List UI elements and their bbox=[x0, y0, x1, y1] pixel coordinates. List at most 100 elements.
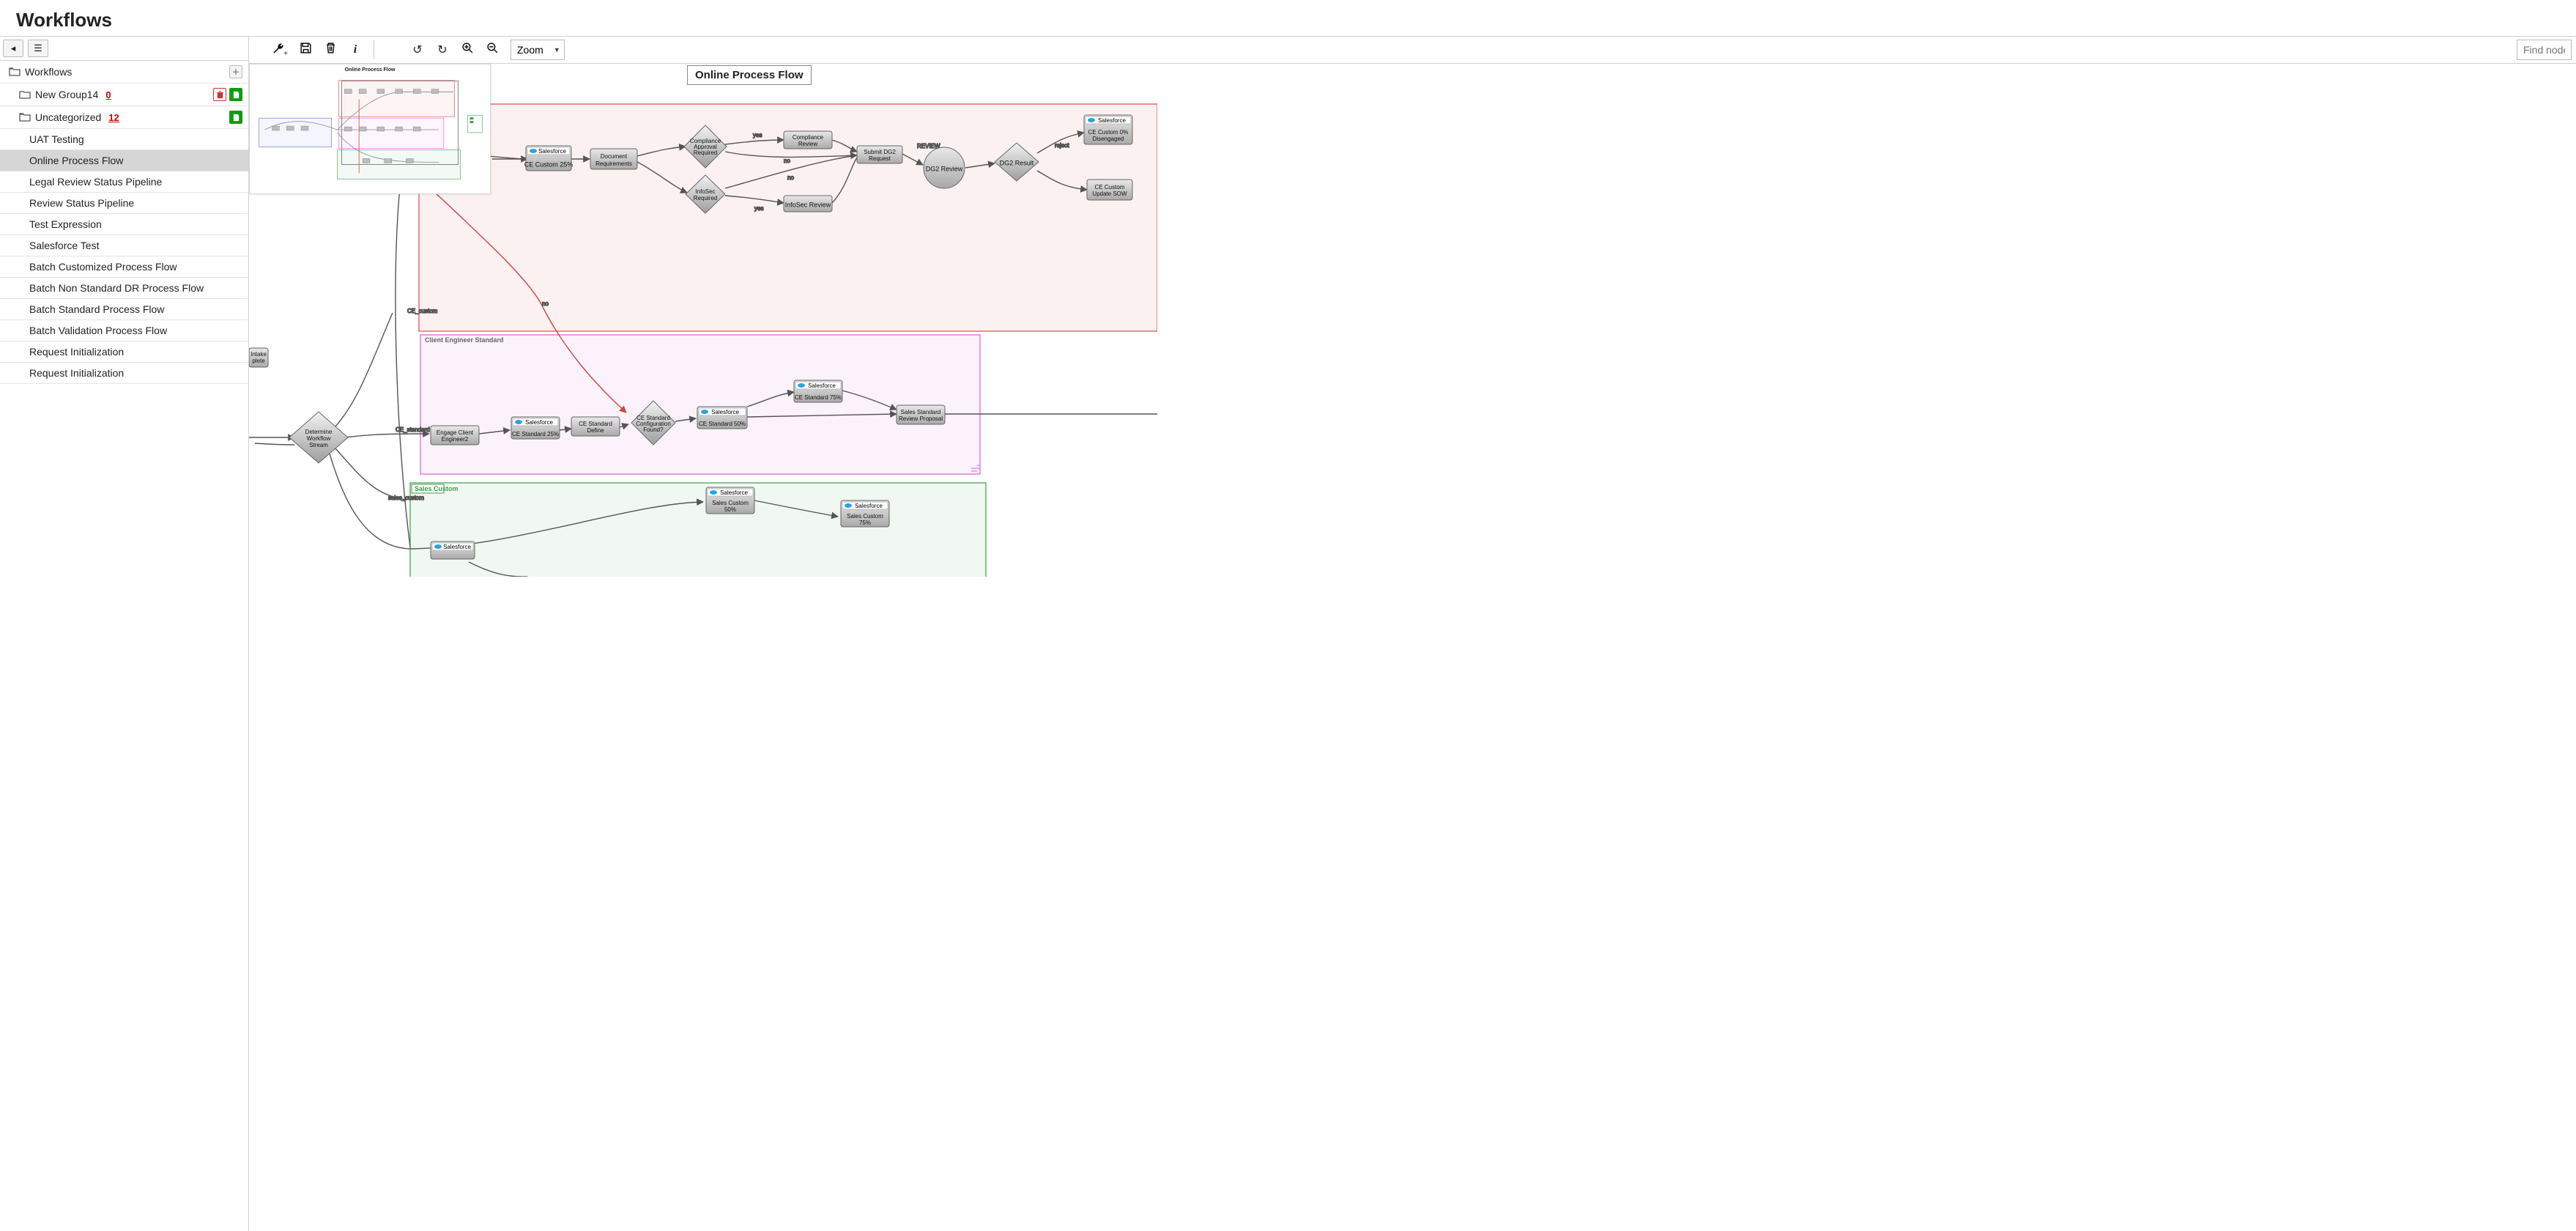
tree-root-workflows[interactable]: Workflows ＋ bbox=[0, 61, 248, 84]
zoom-out-button[interactable] bbox=[481, 40, 503, 60]
node-salesforce-bottom[interactable]: Salesforce bbox=[431, 541, 475, 559]
sidebar-item-batch-non-standard-dr-process-flow[interactable]: Batch Non Standard DR Process Flow bbox=[0, 278, 248, 299]
add-root-button[interactable]: ＋ bbox=[229, 65, 242, 78]
list-icon: ☰ bbox=[34, 42, 42, 54]
node-dg2-review[interactable]: DG2 Review bbox=[924, 147, 965, 188]
sidebar-item-request-initialization[interactable]: Request Initialization bbox=[0, 341, 248, 363]
sidebar-item-online-process-flow[interactable]: Online Process Flow bbox=[0, 150, 248, 171]
edge[interactable] bbox=[344, 434, 429, 437]
node-determine-workflow-stream[interactable]: DetermineWorkflowStream bbox=[289, 412, 348, 463]
node-submit-dg2-request[interactable]: Submit DG2Request bbox=[857, 146, 902, 163]
folder-icon bbox=[19, 89, 31, 100]
svg-text:DG2 Review: DG2 Review bbox=[926, 165, 963, 172]
tree-group-count[interactable]: 0 bbox=[105, 89, 111, 100]
sidebar-item-label: Salesforce Test bbox=[29, 240, 99, 251]
node-document-requirements[interactable]: DocumentRequirements bbox=[590, 149, 637, 169]
svg-text:CE Custom 0%Disengaged: CE Custom 0%Disengaged bbox=[1088, 129, 1129, 142]
edge[interactable] bbox=[335, 313, 393, 427]
sidebar-item-test-expression[interactable]: Test Expression bbox=[0, 214, 248, 235]
svg-text:CE Standard 75%: CE Standard 75% bbox=[795, 394, 842, 401]
sidebar-item-label: Review Status Pipeline bbox=[29, 197, 134, 209]
svg-text:ComplianceApprovalRequired: ComplianceApprovalRequired bbox=[690, 138, 721, 156]
save-button[interactable] bbox=[294, 40, 316, 60]
delete-group-button[interactable] bbox=[213, 88, 226, 101]
redo-button[interactable]: ↻ bbox=[431, 40, 453, 60]
undo-button[interactable]: ↺ bbox=[407, 40, 428, 60]
zoom-select[interactable]: Zoom bbox=[511, 40, 565, 60]
svg-text:CE CustomUpdate SOW: CE CustomUpdate SOW bbox=[1092, 184, 1127, 197]
node-engage-client-engineer2[interactable]: Engage ClientEngineer2 bbox=[431, 426, 479, 445]
tree-group-count[interactable]: 12 bbox=[108, 112, 119, 123]
svg-text:CE Standard 25%: CE Standard 25% bbox=[512, 431, 559, 437]
node-ce-standard-define[interactable]: CE StandardDefine bbox=[571, 417, 620, 436]
sidebar-item-label: Test Expression bbox=[29, 218, 102, 230]
node-compliance-review[interactable]: ComplianceReview bbox=[784, 131, 832, 149]
region-label: Client Engineer Standard bbox=[425, 336, 504, 344]
trash-icon bbox=[324, 42, 337, 58]
sidebar-item-batch-validation-process-flow[interactable]: Batch Validation Process Flow bbox=[0, 320, 248, 341]
sidebar-item-batch-customized-process-flow[interactable]: Batch Customized Process Flow bbox=[0, 256, 248, 278]
zoom-in-button[interactable] bbox=[456, 40, 478, 60]
canvas-viewport[interactable]: ⋮ Online Process Flow Online Process Flo… bbox=[249, 64, 2576, 1231]
edge-label: yes bbox=[754, 205, 763, 212]
canvas-panel: + i ↺ ↻ bbox=[249, 37, 2576, 1231]
add-to-group-button[interactable] bbox=[229, 88, 242, 101]
sidebar-item-label: Request Initialization bbox=[29, 367, 124, 379]
undo-icon: ↺ bbox=[412, 42, 422, 57]
folder-open-icon bbox=[19, 111, 31, 123]
sidebar-collapse-button[interactable]: ◂ bbox=[3, 40, 23, 57]
node-ce-custom-25[interactable]: Salesforce CE Custom 25% bbox=[524, 146, 574, 171]
redo-icon: ↻ bbox=[437, 42, 447, 57]
sidebar-item-salesforce-test[interactable]: Salesforce Test bbox=[0, 235, 248, 256]
region-client-engineer-standard[interactable] bbox=[420, 335, 980, 474]
add-to-group-button[interactable] bbox=[229, 111, 242, 124]
sidebar-item-uat-testing[interactable]: UAT Testing bbox=[0, 129, 248, 150]
canvas-toolbar: + i ↺ ↻ bbox=[249, 37, 2576, 64]
svg-text:Engage ClientEngineer2: Engage ClientEngineer2 bbox=[437, 429, 474, 443]
node-intake-complete[interactable]: Intakeplete bbox=[249, 348, 268, 367]
edge[interactable] bbox=[335, 448, 407, 500]
sidebar-toolbar: ◂ ☰ bbox=[0, 37, 248, 61]
plus-badge-icon: + bbox=[283, 50, 288, 58]
edge[interactable] bbox=[255, 443, 294, 445]
node-sales-custom-50[interactable]: Salesforce Sales Custom50% bbox=[706, 487, 754, 514]
minimap-viewport[interactable] bbox=[341, 81, 459, 165]
edge[interactable] bbox=[330, 454, 410, 549]
region-sales-custom[interactable] bbox=[410, 483, 986, 577]
sidebar-item-review-status-pipeline[interactable]: Review Status Pipeline bbox=[0, 193, 248, 214]
svg-text:Salesforce: Salesforce bbox=[855, 503, 883, 509]
sidebar-item-label: Online Process Flow bbox=[29, 155, 123, 166]
node-ce-custom-update-sow[interactable]: CE CustomUpdate SOW bbox=[1087, 180, 1132, 200]
svg-text:Salesforce: Salesforce bbox=[1098, 117, 1126, 124]
delete-button[interactable] bbox=[319, 40, 341, 60]
sidebar-item-legal-review-status-pipeline[interactable]: Legal Review Status Pipeline bbox=[0, 171, 248, 193]
sidebar-item-request-initialization[interactable]: Request Initialization bbox=[0, 363, 248, 384]
svg-text:CE Custom 25%: CE Custom 25% bbox=[524, 160, 574, 168]
svg-text:CE Standard 50%: CE Standard 50% bbox=[699, 421, 746, 427]
edge-label: sales_custom bbox=[388, 495, 424, 501]
node-infosec-review[interactable]: InfoSec Review bbox=[784, 196, 832, 212]
node-ce-standard-75[interactable]: Salesforce CE Standard 75% bbox=[794, 380, 842, 402]
tree-group-newgroup14[interactable]: New Group14 0 bbox=[0, 84, 248, 106]
svg-text:Salesforce: Salesforce bbox=[443, 544, 471, 550]
svg-text:Salesforce: Salesforce bbox=[808, 382, 836, 389]
svg-text:Salesforce: Salesforce bbox=[538, 148, 566, 155]
sidebar-list-button[interactable]: ☰ bbox=[28, 40, 48, 57]
find-node-input[interactable] bbox=[2517, 40, 2572, 60]
info-icon: i bbox=[354, 43, 357, 56]
tree-group-uncategorized[interactable]: Uncategorized 12 bbox=[0, 106, 248, 129]
node-sales-custom-75[interactable]: Salesforce Sales Custom75% bbox=[841, 500, 889, 527]
node-ce-standard-50[interactable]: Salesforce CE Standard 50% bbox=[697, 407, 747, 429]
minimap-title: Online Process Flow bbox=[345, 67, 396, 73]
node-sales-standard-review-proposal[interactable]: Sales StandardReview Proposal bbox=[897, 405, 945, 424]
sidebar-item-label: Batch Validation Process Flow bbox=[29, 325, 167, 336]
save-icon bbox=[300, 42, 312, 58]
wrench-add-button[interactable]: + bbox=[270, 40, 292, 60]
info-button[interactable]: i bbox=[344, 40, 366, 60]
node-ce-custom-0-disengaged[interactable]: Salesforce CE Custom 0%Disengaged bbox=[1084, 115, 1132, 144]
svg-text:Sales StandardReview Proposal: Sales StandardReview Proposal bbox=[899, 409, 943, 422]
edge-label: CE_standard bbox=[396, 426, 430, 433]
minimap[interactable]: Online Process Flow bbox=[249, 64, 491, 194]
node-ce-standard-25[interactable]: Salesforce CE Standard 25% bbox=[511, 417, 560, 439]
sidebar-item-batch-standard-process-flow[interactable]: Batch Standard Process Flow bbox=[0, 299, 248, 320]
